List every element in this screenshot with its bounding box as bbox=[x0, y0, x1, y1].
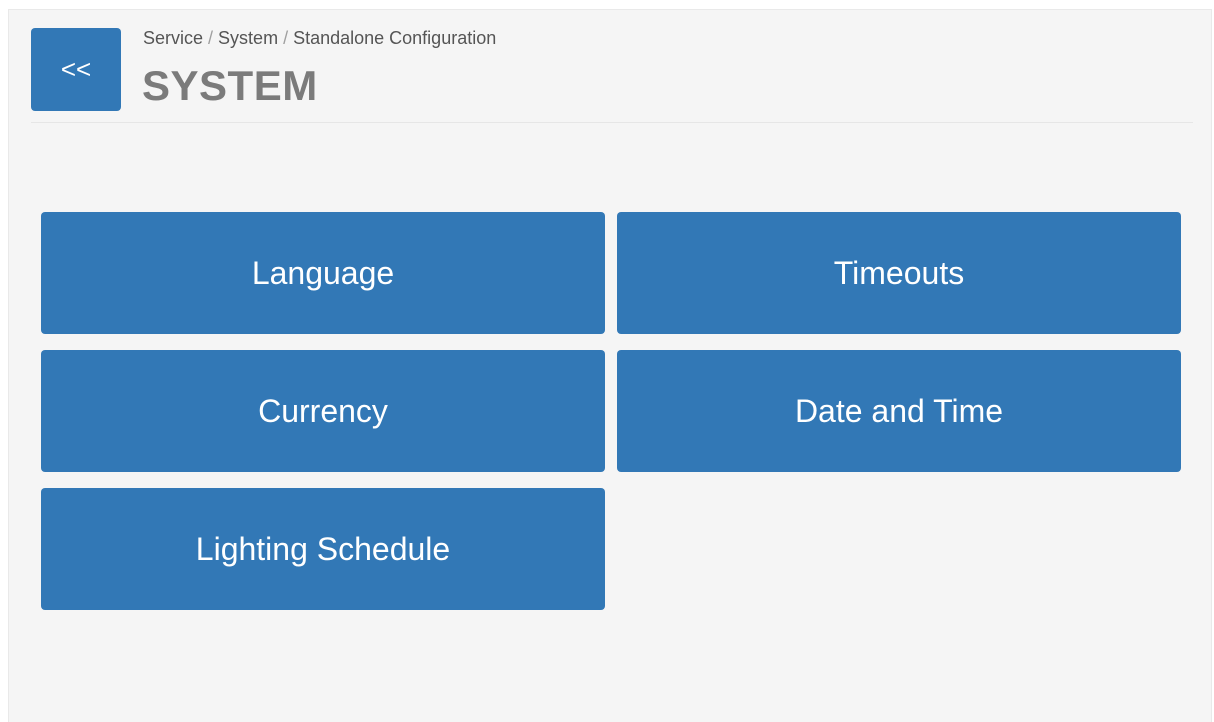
currency-button[interactable]: Currency bbox=[41, 350, 605, 472]
date-and-time-button[interactable]: Date and Time bbox=[617, 350, 1181, 472]
breadcrumb-separator: / bbox=[283, 28, 289, 48]
menu-grid: Language Timeouts Currency Date and Time… bbox=[41, 212, 1181, 610]
breadcrumb-item-standalone-configuration: Standalone Configuration bbox=[293, 28, 497, 48]
timeouts-button[interactable]: Timeouts bbox=[617, 212, 1181, 334]
header-divider bbox=[31, 122, 1193, 123]
system-panel: << Service / System / Standalone Configurati… bbox=[8, 9, 1212, 722]
breadcrumb-item-system[interactable]: System bbox=[218, 28, 278, 48]
lighting-schedule-button[interactable]: Lighting Schedule bbox=[41, 488, 605, 610]
language-button[interactable]: Language bbox=[41, 212, 605, 334]
breadcrumb-separator: / bbox=[208, 28, 214, 48]
breadcrumb: Service / System / Standalone Configuration bbox=[143, 28, 496, 49]
breadcrumb-item-service[interactable]: Service bbox=[143, 28, 203, 48]
back-button[interactable]: << bbox=[31, 28, 121, 111]
page-title: SYSTEM bbox=[142, 62, 318, 109]
